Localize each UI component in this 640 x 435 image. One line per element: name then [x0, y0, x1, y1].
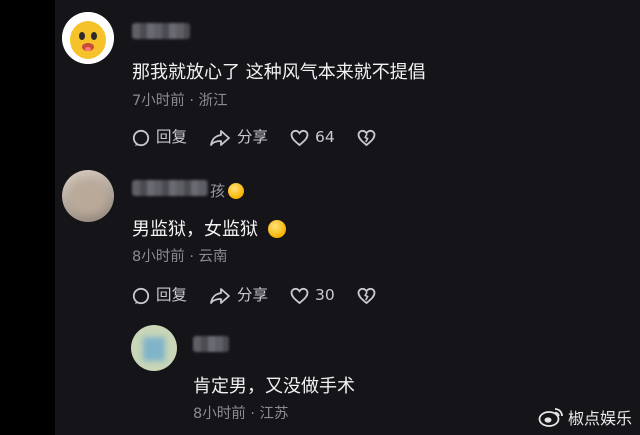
like-count: 30	[315, 286, 335, 305]
share-arrow-icon	[210, 130, 230, 146]
username-blurred[interactable]	[193, 336, 229, 352]
comment-meta: 8小时前 · 云南	[132, 249, 228, 265]
reply-button[interactable]: 回复	[132, 287, 187, 305]
dislike-button[interactable]	[357, 129, 382, 147]
comment-text: 男监狱，女监狱	[132, 215, 286, 241]
share-label: 分享	[237, 286, 269, 305]
comment-text: 肯定男，又没做手术	[193, 376, 355, 397]
heart-icon	[290, 287, 309, 305]
avatar[interactable]	[131, 325, 177, 371]
comment-text-content: 男监狱，女监狱	[132, 219, 258, 240]
share-arrow-icon	[210, 288, 230, 304]
username-blurred[interactable]	[132, 180, 208, 196]
dislike-button[interactable]	[357, 287, 382, 305]
username-blurred[interactable]	[132, 23, 190, 39]
share-label: 分享	[237, 128, 269, 147]
comment-meta: 8小时前 · 江苏	[193, 406, 289, 422]
like-button[interactable]: 30	[290, 287, 335, 305]
broken-heart-icon	[357, 129, 376, 147]
comment-bubble-icon	[132, 287, 150, 305]
cartoon-face-icon	[62, 12, 114, 64]
avatar[interactable]	[62, 12, 114, 64]
user-badge-emoji-icon	[228, 182, 245, 199]
weibo-watermark: 椒点娱乐	[538, 405, 632, 429]
avatar[interactable]	[62, 170, 114, 222]
username-suffix: 孩	[210, 182, 226, 200]
reply-label: 回复	[156, 128, 188, 147]
username-visible[interactable]: 孩	[210, 180, 245, 201]
watermark-text: 椒点娱乐	[567, 409, 632, 428]
comment-meta: 7小时前 · 浙江	[132, 93, 228, 109]
comment-actions: 回复 分享 30	[132, 287, 404, 305]
like-count: 64	[315, 128, 335, 147]
laughing-emoji-icon	[267, 220, 286, 238]
reply-button[interactable]: 回复	[132, 129, 187, 147]
reply-label: 回复	[156, 286, 188, 305]
like-button[interactable]: 64	[290, 129, 335, 147]
heart-icon	[290, 129, 309, 147]
comment-actions: 回复 分享 64	[132, 129, 404, 147]
share-button[interactable]: 分享	[209, 129, 268, 147]
comment-bubble-icon	[132, 129, 150, 147]
share-button[interactable]: 分享	[209, 287, 268, 305]
weibo-logo-icon	[538, 408, 563, 427]
broken-heart-icon	[357, 287, 376, 305]
comment-text: 那我就放心了 这种风气本来就不提倡	[132, 62, 426, 83]
